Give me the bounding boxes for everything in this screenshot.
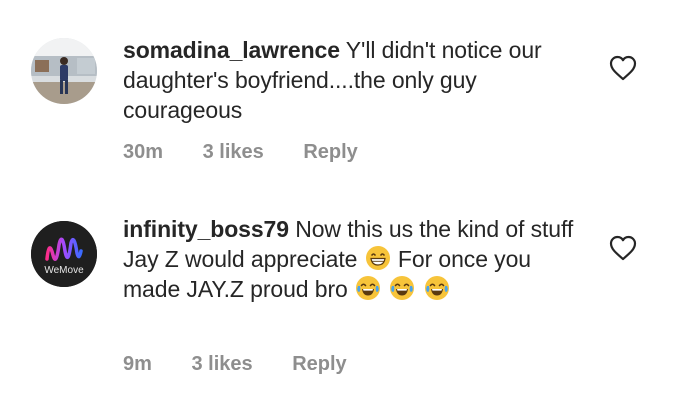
reply-button[interactable]: Reply xyxy=(303,141,357,163)
comment-username[interactable]: somadina_lawrence xyxy=(123,37,340,63)
comment-username[interactable]: infinity_boss79 xyxy=(123,216,289,242)
like-heart-icon[interactable] xyxy=(609,235,637,261)
like-heart-icon[interactable] xyxy=(609,55,637,81)
avatar[interactable] xyxy=(31,38,97,104)
comment-meta: 9m 3 likes Reply xyxy=(123,353,381,376)
tears-of-joy-emoji-icon xyxy=(356,276,381,300)
comment-text: infinity_boss79 Now this us the kind of … xyxy=(123,214,593,304)
comment-likes[interactable]: 3 likes xyxy=(203,141,264,163)
svg-text:WeMove: WeMove xyxy=(44,265,84,276)
tears-of-joy-emoji-icon xyxy=(390,276,415,300)
comment-time: 9m xyxy=(123,353,152,375)
avatar[interactable]: WeMove xyxy=(31,221,97,287)
person-photo-icon xyxy=(31,38,97,104)
grinning-emoji-icon xyxy=(365,246,390,270)
comment-item: somadina_lawrence Y'll didn't notice our… xyxy=(0,0,675,200)
wemove-logo-icon: WeMove xyxy=(31,221,97,287)
tears-of-joy-emoji-icon xyxy=(424,276,449,300)
comment-likes[interactable]: 3 likes xyxy=(191,353,252,375)
reply-button[interactable]: Reply xyxy=(292,353,346,375)
comment-meta: 30m 3 likes Reply xyxy=(123,141,392,164)
comment-text: somadina_lawrence Y'll didn't notice our… xyxy=(123,35,593,125)
comment-time: 30m xyxy=(123,141,164,163)
comment-item: WeMove infinity_boss79 Now this us the k… xyxy=(0,200,675,403)
